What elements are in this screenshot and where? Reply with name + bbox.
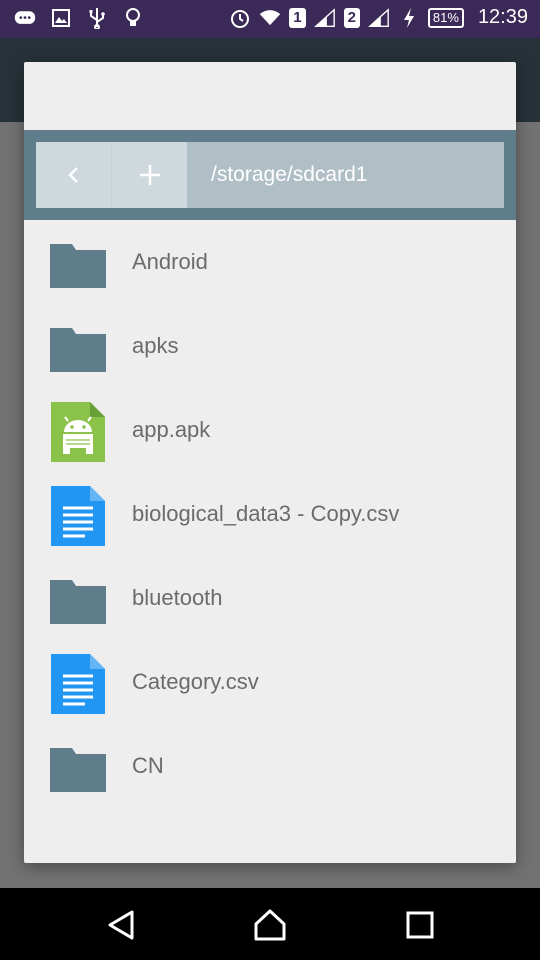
file-name: Android [132,249,208,274]
status-bar: 1 2 81% 12:39 [0,0,540,38]
new-folder-button[interactable] [111,142,187,208]
folder-icon [50,748,106,792]
list-item[interactable]: CN [24,724,516,808]
recents-icon[interactable] [403,908,437,942]
list-item[interactable]: bluetooth [24,556,516,640]
folder-icon [50,580,106,624]
folder-icon [50,328,106,372]
messages-icon [14,7,36,29]
back-button[interactable] [36,142,111,208]
signal-icon [313,7,336,29]
clock: 12:39 [477,6,528,28]
charging-icon [398,7,420,29]
file-name: apks [132,333,179,358]
document-icon [51,486,105,546]
sim1-badge: 1 [289,7,306,28]
path-bar: /storage/sdcard1 [36,142,504,208]
list-item[interactable]: biological_data3 - Copy.csv [24,472,516,556]
list-item[interactable]: Android [24,220,516,304]
status-notifications [14,7,144,29]
file-list: Android apks app.apk biological_data3 - … [24,220,516,808]
list-item[interactable]: Category.csv [24,640,516,724]
signal-icon [367,7,390,29]
file-name: bluetooth [132,585,223,610]
file-name: CN [132,753,164,778]
gallery-icon [50,7,72,29]
bulb-icon [122,7,144,29]
usb-icon [86,7,108,29]
file-name: biological_data3 - Copy.csv [132,501,400,526]
wifi-icon [259,7,281,29]
android-apk-icon [51,402,105,462]
home-icon[interactable] [253,908,287,942]
dialog-header [24,62,516,130]
alarm-icon [229,7,251,29]
sim2-badge: 2 [343,7,360,28]
current-path: /storage/sdcard1 [187,142,504,208]
file-picker-dialog: /storage/sdcard1 Android apks app.apk bi… [24,62,516,863]
file-name: app.apk [132,417,211,442]
status-system: 1 2 81% 12:39 [229,6,528,29]
chevron-left-icon [67,167,78,183]
list-item[interactable]: apks [24,304,516,388]
list-item[interactable]: app.apk [24,388,516,472]
back-icon[interactable] [104,908,138,942]
battery-level: 81% [427,7,464,28]
file-name: Category.csv [132,669,259,694]
navigation-bar [0,888,540,960]
path-toolbar: /storage/sdcard1 [24,130,516,220]
folder-icon [50,244,106,288]
plus-icon [139,165,160,185]
document-icon [51,654,105,714]
